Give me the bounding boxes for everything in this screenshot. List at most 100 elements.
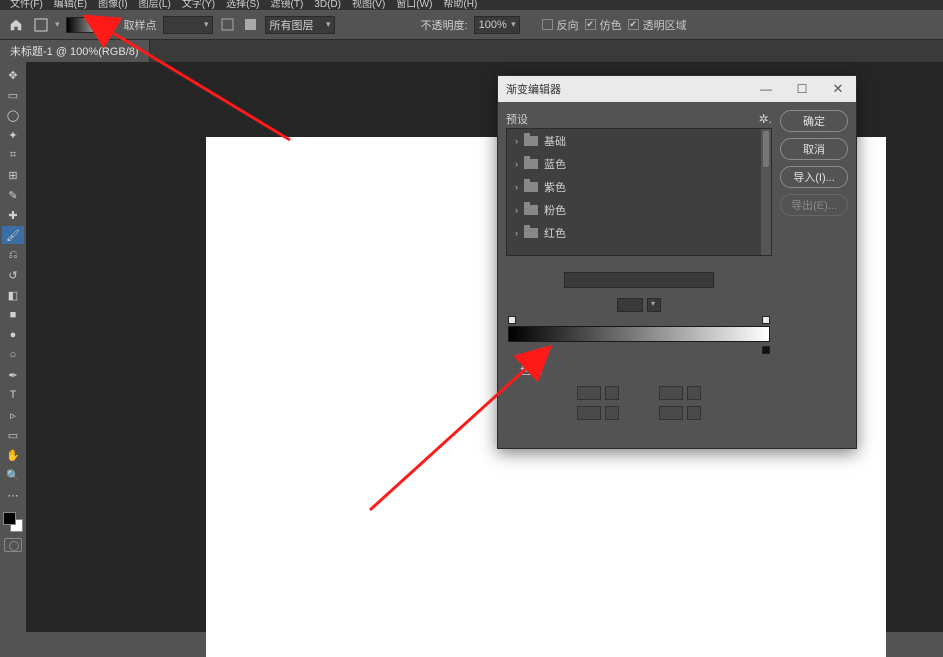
checkbox-icon: [585, 19, 596, 30]
menubar: 文件(F) 编辑(E) 图像(I) 图层(L) 文字(Y) 选择(S) 滤镜(T…: [0, 0, 943, 10]
tool-stamp[interactable]: ⎌: [2, 246, 24, 264]
folder-icon: [524, 228, 538, 238]
gear-icon[interactable]: ✲.: [759, 112, 772, 126]
opacity-value[interactable]: 100%: [474, 16, 520, 34]
transparency-checkbox[interactable]: 透明区域: [628, 17, 687, 33]
maximize-button[interactable]: ☐: [784, 76, 820, 102]
preset-folder[interactable]: ›红色: [507, 221, 771, 244]
color-dropdown[interactable]: [605, 406, 619, 420]
preset-label: 紫色: [544, 179, 566, 195]
tool-wand[interactable]: ✦: [2, 126, 24, 144]
scrollbar[interactable]: [761, 129, 771, 255]
tool-pen[interactable]: ✒: [2, 366, 24, 384]
minimize-button[interactable]: —: [748, 76, 784, 102]
menu-file[interactable]: 文件(F): [6, 0, 47, 10]
chevron-right-icon: ›: [515, 182, 518, 192]
tool-history[interactable]: ↺: [2, 266, 24, 284]
export-button[interactable]: 导出(E)...: [780, 194, 848, 216]
fg-color-swatch[interactable]: [3, 512, 16, 525]
tool-marquee[interactable]: ▭: [2, 86, 24, 104]
tool-crop[interactable]: ⌗: [2, 146, 24, 164]
dialog-titlebar[interactable]: 渐变编辑器 — ☐ ✕: [498, 76, 856, 102]
tool-type[interactable]: T: [2, 386, 24, 404]
opacity-stop-left[interactable]: [508, 316, 516, 324]
gradient-ramp[interactable]: [506, 326, 772, 342]
tool-more[interactable]: ⋯: [2, 486, 24, 504]
dither-label: 仿色: [600, 17, 622, 33]
folder-icon: [524, 182, 538, 192]
menu-view[interactable]: 视图(V): [348, 0, 389, 10]
folder-icon: [524, 136, 538, 146]
tool-eyedropper[interactable]: ✎: [2, 186, 24, 204]
fg-bg-swatch[interactable]: [3, 512, 23, 532]
quickmask-icon[interactable]: [4, 538, 22, 552]
gradient-name-input[interactable]: [564, 272, 714, 288]
tool-hand[interactable]: ✋: [2, 446, 24, 464]
chevron-right-icon: ›: [515, 136, 518, 146]
home-icon[interactable]: [6, 15, 26, 35]
tool-blur[interactable]: ●: [2, 326, 24, 344]
menu-edit[interactable]: 编辑(E): [50, 0, 91, 10]
tool-brush[interactable]: 🖌: [2, 226, 24, 244]
gradient-picker[interactable]: [66, 17, 114, 33]
chevron-right-icon: ›: [515, 228, 518, 238]
stops-label: 色标: [520, 362, 758, 378]
menu-select[interactable]: 选择(S): [222, 0, 263, 10]
presets-list[interactable]: › 基础 ›蓝色 › 紫色 › 粉色 ›红色: [506, 128, 772, 256]
preset-folder[interactable]: › 粉色: [507, 198, 771, 221]
close-button[interactable]: ✕: [820, 76, 856, 102]
opacity-dropdown[interactable]: [605, 386, 619, 400]
chevron-right-icon: ›: [515, 205, 518, 215]
mode-icon-1[interactable]: [219, 16, 236, 33]
preset-folder[interactable]: › 基础: [507, 129, 771, 152]
tool-path[interactable]: ▹: [2, 406, 24, 424]
tool-heal[interactable]: ✚: [2, 206, 24, 224]
import-button[interactable]: 导入(I)...: [780, 166, 848, 188]
preset-label: 粉色: [544, 202, 566, 218]
opacity-swatch[interactable]: [577, 386, 601, 400]
tool-lasso[interactable]: ◯: [2, 106, 24, 124]
cancel-button[interactable]: 取消: [780, 138, 848, 160]
preset-label: 基础: [544, 133, 566, 149]
menu-window[interactable]: 窗口(W): [392, 0, 436, 10]
opacity-stop-right[interactable]: [762, 316, 770, 324]
gradient-editor-dialog: 渐变编辑器 — ☐ ✕ 预设 ✲. › 基础 ›蓝色 › 紫色 › 粉色 ›红色: [497, 75, 857, 449]
preset-folder[interactable]: › 紫色: [507, 175, 771, 198]
menu-3d[interactable]: 3D(D): [310, 0, 345, 10]
checkbox-icon: [628, 19, 639, 30]
ok-button[interactable]: 确定: [780, 110, 848, 132]
tool-eraser[interactable]: ◧: [2, 286, 24, 304]
tool-preset-icon[interactable]: [32, 16, 49, 33]
color-stop-right[interactable]: [762, 346, 770, 354]
sample-dropdown[interactable]: [163, 16, 213, 34]
menu-layer[interactable]: 图层(L): [135, 0, 175, 10]
menu-image[interactable]: 图像(I): [94, 0, 131, 10]
folder-icon: [524, 159, 538, 169]
preset-folder[interactable]: ›蓝色: [507, 152, 771, 175]
layers-dropdown[interactable]: 所有图层: [265, 16, 335, 34]
color-swatch[interactable]: [577, 406, 601, 420]
tool-zoom[interactable]: 🔍: [2, 466, 24, 484]
dither-checkbox[interactable]: 仿色: [585, 17, 622, 33]
type-dropdown[interactable]: [647, 298, 661, 312]
document-tab[interactable]: 未标题-1 @ 100%(RGB/8): [0, 40, 150, 62]
location2-swatch[interactable]: [659, 406, 683, 420]
menu-help[interactable]: 帮助(H): [439, 0, 481, 10]
mode-icon-2[interactable]: [242, 16, 259, 33]
reverse-checkbox[interactable]: 反向: [542, 17, 579, 33]
tool-dodge[interactable]: ○: [2, 346, 24, 364]
tool-shape[interactable]: ▭: [2, 426, 24, 444]
location-dropdown[interactable]: [687, 386, 701, 400]
presets-label: 预设: [506, 111, 528, 127]
gradient-bar[interactable]: [508, 326, 770, 342]
menu-type[interactable]: 文字(Y): [178, 0, 219, 10]
tool-move[interactable]: ✥: [2, 66, 24, 84]
location-swatch[interactable]: [659, 386, 683, 400]
document-tabbar: 未标题-1 @ 100%(RGB/8): [0, 40, 943, 62]
type-swatch[interactable]: [617, 298, 643, 312]
location2-dropdown[interactable]: [687, 406, 701, 420]
dropdown-icon[interactable]: ▾: [55, 19, 60, 30]
tool-frame[interactable]: ⊞: [2, 166, 24, 184]
tool-gradient[interactable]: ■: [2, 306, 24, 324]
menu-filter[interactable]: 滤镜(T): [267, 0, 308, 10]
